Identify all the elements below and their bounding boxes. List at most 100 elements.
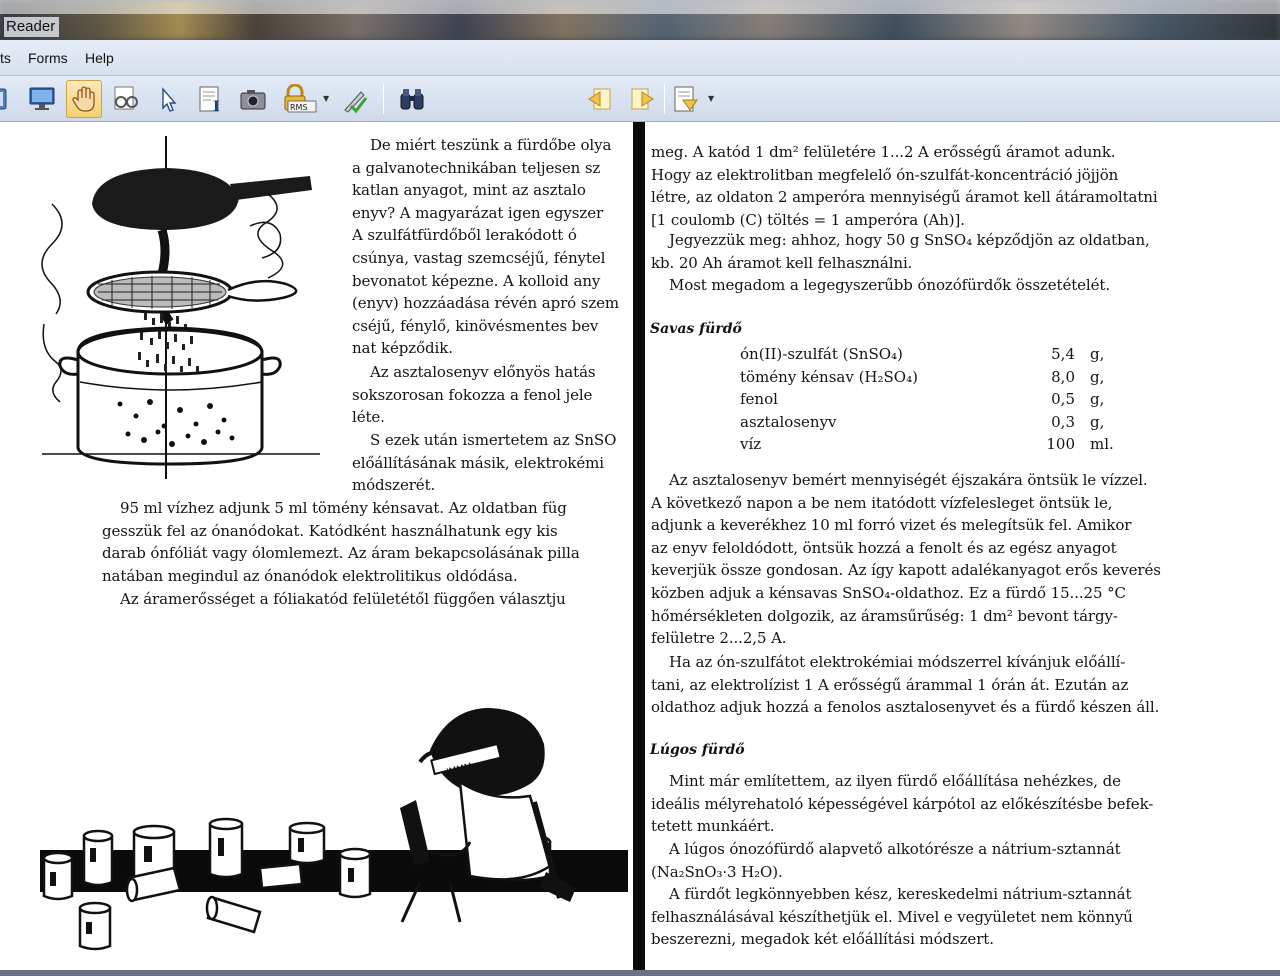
acid-bath-heading: Savas fürdő [650,321,742,337]
window-titlebar: Reader [0,0,1280,40]
text-line: bevonatot képezne. A kolloid any [352,271,601,290]
text-line: Jegyezzük meg: ahhoz, hogy 50 g SnSO₄ ké… [669,231,1150,249]
review-comment-icon[interactable] [668,80,704,118]
text-line: hőmérsékleten dolgozik, az áramsűrűség: … [651,606,1118,625]
menu-item-forms[interactable]: Forms [28,50,68,66]
text-line: előállításának másik, elektrokémi [352,453,604,472]
right-paragraph-1: meg. A katód 1 dm² felületére 1...2 A er… [651,141,1191,231]
recipe-amount: 8,0 [1051,368,1075,386]
text-line: cséjű, fénylő, kinövésmentes bev [352,316,599,335]
text-line: beszerezni, megadok két előállítási móds… [651,930,994,949]
svg-text:I: I [213,99,220,114]
text-line: enyv? A magyarázat igen egyszer [352,203,604,222]
recipe-amount: 5,4 [1051,345,1075,363]
text-line: S ezek után ismertetem az SnSO [370,431,617,449]
text-line: a galvanotechnikában teljesen sz [352,158,601,177]
right-paragraph-8: A fürdőt legkönnyebben kész, kereskedelm… [651,883,1191,951]
loupe-icon[interactable] [108,80,144,118]
text-line: közben adjuk a kénsavas SnSO₄-oldathoz. … [651,583,1126,602]
text-line: tani, az elektrolízist 1 A erősségű áram… [651,675,1129,694]
text-line: felhasználásával készíthetjük el. Mivel … [651,907,1133,926]
text-line: A szulfátfürdőből lerakódott ó [352,226,577,245]
text-line: natában megindul az ónanódok elektroliti… [102,566,518,585]
text-line: nat képződik. [352,339,453,358]
status-bar [0,970,1280,976]
text-line: keverjük össze gondosan. Az így kapott a… [651,561,1161,580]
text-line: Most megadom a legegyszerűbb ónozófürdők… [669,276,1110,294]
text-line: kb. 20 Ah áramot kell felhasználni. [651,253,913,272]
text-line: Az asztalosenyv bemért mennyiségét éjsza… [669,471,1148,489]
text-line: katlan anyagot, mint az asztalo [352,181,586,200]
hand-tool-icon[interactable] [66,80,102,118]
left-paragraph-5: Az áramerősséget a fóliakatód felületétő… [102,588,662,611]
find-binoculars-icon[interactable] [394,80,430,118]
recipe-unit: g, [1090,345,1105,363]
text-line: (Na₂SnO₃·3 H₂O). [651,862,783,881]
text-line: A lúgos ónozófürdő alapvető alkotórésze … [669,840,1121,858]
pot-strainer-illustration [41,136,320,479]
text-line: tetett munkáért. [651,817,775,836]
left-paragraph-3: S ezek után ismertetem az SnSO előállítá… [352,429,652,497]
text-line: Az áramerősséget a fóliakatód felületétő… [120,590,566,608]
menu-item-help[interactable]: Help [85,50,114,66]
snapshot-icon[interactable] [235,80,271,118]
text-line: sokszorosan fokozza a fenol jele [352,385,593,404]
select-arrow-icon[interactable] [150,80,186,118]
rms-label: RMS [290,103,308,112]
recipe-ingredient: víz [740,435,762,453]
recipe-amount: 0,5 [1051,390,1075,408]
recipe-ingredient: fenol [740,390,778,408]
text-line: Hogy az elektrolitban megfelelő ón-szulf… [651,165,1119,184]
text-line: léte. [352,408,385,427]
cartoon-illustration: IMMM [40,708,628,951]
right-paragraph-4: Az asztalosenyv bemért mennyiségét éjsza… [651,469,1191,650]
text-line: oldathoz adjuk hozzá a fenolos asztalose… [651,698,1160,717]
text-line: darab ónfóliát vagy ólomlemezt. Az áram … [102,544,580,563]
text-line: felületre 2...2,5 A. [651,629,787,648]
toolbar-separator [383,84,384,114]
text-line: Ha az ón-szulfátot elektrokémiai módszer… [669,653,1126,671]
recipe-unit: g, [1090,390,1105,408]
sign-icon[interactable] [336,80,372,118]
toolbar: I RMS ▼ ▼ [0,76,1280,186]
document-view[interactable]: De miért teszünk a fürdőbe olya a galvan… [0,122,1280,972]
text-line: De miért teszünk a fürdőbe olya [370,136,612,154]
recipe-ingredient: asztalosenyv [740,413,837,431]
window-title: Reader [4,17,60,37]
rms-dropdown-icon[interactable]: ▼ [323,94,329,103]
text-line: meg. A katód 1 dm² felületére 1...2 A er… [651,143,1116,161]
text-line: A következő napon a be nem itatódott víz… [651,493,1113,512]
text-select-icon[interactable]: I [193,80,229,118]
text-line: gesszük fel az ónanódokat. Katódként has… [102,521,558,540]
recipe-unit: g, [1090,413,1105,431]
recipe-amount: 100 [1046,435,1075,453]
left-paragraph-4: 95 ml vízhez adjunk 5 ml tömény kénsavat… [102,497,662,587]
right-paragraph-2: Jegyezzük meg: ahhoz, hogy 50 g SnSO₄ ké… [651,229,1191,274]
full-screen-icon[interactable] [24,80,60,118]
sidebar-toggle-icon[interactable] [0,80,12,118]
recipe-unit: g, [1090,368,1105,386]
text-line: az enyv feloldódott, öntsük hozzá a feno… [651,538,1117,557]
text-line: 95 ml vízhez adjunk 5 ml tömény kénsavat… [120,499,567,517]
text-line: Mint már említettem, az ilyen fürdő előá… [669,772,1121,790]
right-paragraph-3: Most megadom a legegyszerűbb ónozófürdők… [651,274,1191,297]
rms-lock-icon[interactable]: RMS [280,80,320,118]
alkaline-bath-heading: Lúgos fürdő [650,742,745,758]
recipe-unit: ml. [1090,435,1114,453]
toolbar-separator [664,84,665,114]
text-line: adjunk a keverékhez 10 ml forró vizet és… [651,516,1132,535]
text-line: módszerét. [352,476,436,495]
page-gutter [633,122,645,972]
recipe-ingredient: tömény kénsav (H₂SO₄) [740,368,918,386]
previous-result-icon[interactable] [582,80,618,118]
left-intro-paragraph: De miért teszünk a fürdőbe olya a galvan… [352,134,652,360]
text-line: [1 coulomb (C) töltés = 1 amperóra (Ah)]… [651,210,965,229]
review-dropdown-icon[interactable]: ▼ [708,94,714,103]
text-line: csúnya, vastag szemcséjű, fénytel [352,248,606,267]
menu-item-tools[interactable]: ts [0,50,11,66]
right-paragraph-5: Ha az ón-szulfátot elektrokémiai módszer… [651,651,1191,719]
text-line: A fürdőt legkönnyebben kész, kereskedelm… [669,885,1132,903]
next-result-icon[interactable] [624,80,660,118]
right-paragraph-6: Mint már említettem, az ilyen fürdő előá… [651,770,1191,838]
right-paragraph-7: A lúgos ónozófürdő alapvető alkotórésze … [651,838,1191,883]
